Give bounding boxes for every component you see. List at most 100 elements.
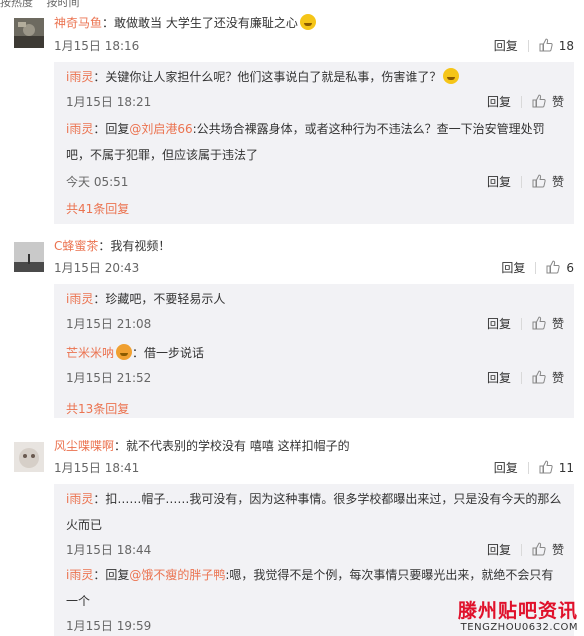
like-button[interactable]: 赞 <box>532 174 564 190</box>
username-link[interactable]: i雨灵 <box>66 292 93 306</box>
thumbs-up-icon <box>532 370 546 384</box>
reply-body: ：扣……帽子……我可没有，因为这种事情。很多学校都曝出来过，只是没有今天的那么火… <box>66 492 562 532</box>
reply-body: ：珍藏吧，不要轻易示人 <box>93 292 226 306</box>
more-replies-link[interactable]: 共41条回复 <box>66 200 129 217</box>
more-replies-link[interactable]: 共13条回复 <box>66 400 129 417</box>
username-link[interactable]: i雨灵 <box>66 568 93 582</box>
reply-button[interactable]: 回复 <box>487 316 511 332</box>
reply-time: 1月15日 21:52 <box>66 371 152 385</box>
reply-meta: 1月15日 18:44 回复 赞 <box>66 542 564 558</box>
thumbs-up-icon <box>532 316 546 330</box>
reply-body: ：关键你让人家担什么呢？他们这事说白了就是私事，伤害谁了？ <box>93 70 442 84</box>
comment-time: 1月15日 20:43 <box>54 261 140 275</box>
like-label: 赞 <box>551 95 564 109</box>
thumbs-up-icon <box>532 174 546 188</box>
reply-text: i雨灵：珍藏吧，不要轻易示人 <box>66 286 564 312</box>
like-label: 赞 <box>551 371 564 385</box>
reply-time: 1月15日 18:44 <box>66 543 152 557</box>
like-label: 赞 <box>551 175 564 189</box>
divider <box>520 544 522 556</box>
reply-button[interactable]: 回复 <box>487 174 511 190</box>
divider <box>535 262 537 274</box>
username-link[interactable]: 芒米米呐 <box>66 346 114 360</box>
comment-time: 1月15日 18:16 <box>54 39 140 53</box>
comment-text: 风尘喋喋啊：就不代表别的学校没有 嘻嘻 这样扣帽子的 <box>54 438 350 454</box>
like-label: 赞 <box>551 543 564 557</box>
thumbs-up-icon <box>546 260 561 274</box>
avatar[interactable] <box>14 18 44 48</box>
comment-text: 神奇马鱼：敢做敢当 大学生了还没有廉耻之心 <box>54 14 316 31</box>
sort-time[interactable]: 按时间 <box>47 0 80 9</box>
divider <box>520 96 522 108</box>
thumbs-up-icon <box>539 38 553 52</box>
like-label: 赞 <box>551 317 564 331</box>
reply-button[interactable]: 回复 <box>487 94 511 110</box>
like-count: 6 <box>566 261 574 275</box>
badge-emoji-icon <box>116 344 133 360</box>
reply-prefix: ：回复 <box>93 568 130 582</box>
reply-button[interactable]: 回复 <box>501 260 525 276</box>
comment-text: C蜂蜜茶：我有视频！ <box>54 238 170 254</box>
avatar[interactable] <box>14 442 44 472</box>
comment-meta: 1月15日 20:43 回复 6 <box>54 260 574 276</box>
username-link[interactable]: C蜂蜜茶 <box>54 239 98 253</box>
username-link[interactable]: 风尘喋喋啊 <box>54 439 114 453</box>
like-button[interactable]: 6 <box>546 260 574 276</box>
reply-time: 1月15日 21:08 <box>66 317 152 331</box>
divider <box>520 318 522 330</box>
divider <box>520 372 522 384</box>
reply-item: i雨灵：关键你让人家担什么呢？他们这事说白了就是私事，伤害谁了？ 1月15日 1… <box>66 64 564 109</box>
like-button[interactable]: 赞 <box>532 542 564 558</box>
reply-button[interactable]: 回复 <box>487 542 511 558</box>
reply-meta: 今天 05:51 回复 赞 <box>66 174 564 190</box>
username-link[interactable]: i雨灵 <box>66 122 93 136</box>
divider <box>527 462 529 474</box>
comment-meta: 1月15日 18:16 回复 18 <box>54 38 574 54</box>
reply-button[interactable]: 回复 <box>494 38 518 54</box>
reply-text: i雨灵：扣……帽子……我可没有，因为这种事情。很多学校都曝出来过，只是没有今天的… <box>66 486 564 538</box>
reply-time: 1月15日 18:21 <box>66 95 152 109</box>
reply-box: i雨灵：珍藏吧，不要轻易示人 1月15日 21:08 回复 赞 芒米米呐 ：借一步… <box>54 284 574 418</box>
reply-text: i雨灵：关键你让人家担什么呢？他们这事说白了就是私事，伤害谁了？ <box>66 64 564 90</box>
username-link[interactable]: i雨灵 <box>66 70 93 84</box>
username-link[interactable]: 神奇马鱼 <box>54 16 102 30</box>
thumbs-up-icon <box>539 460 553 474</box>
reply-button[interactable]: 回复 <box>494 460 518 476</box>
reply-text: 芒米米呐 ：借一步说话 <box>66 340 564 366</box>
mention-link[interactable]: @饿不瘦的胖子鸭 <box>129 568 225 582</box>
reply-item: 芒米米呐 ：借一步说话 1月15日 21:52 回复 赞 <box>66 340 564 385</box>
reply-meta: 1月15日 18:21 回复 赞 <box>66 94 564 110</box>
reply-item: i雨灵：扣……帽子……我可没有，因为这种事情。很多学校都曝出来过，只是没有今天的… <box>66 486 564 557</box>
watermark-title: 滕州贴吧资讯 <box>457 600 578 622</box>
thumbs-up-icon <box>532 94 546 108</box>
laugh-cry-emoji-icon <box>299 14 316 30</box>
comment-body: ：我有视频！ <box>98 239 171 253</box>
divider <box>527 40 529 52</box>
avatar[interactable] <box>14 242 44 272</box>
reply-meta: 1月15日 21:52 回复 赞 <box>66 370 564 386</box>
mention-link[interactable]: @刘启港66 <box>129 122 192 136</box>
like-button[interactable]: 11 <box>539 460 574 476</box>
comment-body: ：就不代表别的学校没有 嘻嘻 这样扣帽子的 <box>114 439 350 453</box>
reply-item: i雨灵：回复@刘启港66:公共场合裸露身体，或者这种行为不违法么？查一下治安管理… <box>66 116 564 189</box>
reply-box: i雨灵：关键你让人家担什么呢？他们这事说白了就是私事，伤害谁了？ 1月15日 1… <box>54 62 574 224</box>
like-button[interactable]: 赞 <box>532 94 564 110</box>
comment-time: 1月15日 18:41 <box>54 461 140 475</box>
reply-time: 今天 05:51 <box>66 175 129 189</box>
username-link[interactable]: i雨灵 <box>66 492 93 506</box>
sort-hot[interactable]: 按热度 <box>0 0 33 9</box>
watermark-url: TENGZHOU0632.COM <box>460 622 578 633</box>
reply-text: i雨灵：回复@刘启港66:公共场合裸露身体，或者这种行为不违法么？查一下治安管理… <box>66 116 564 168</box>
like-button[interactable]: 赞 <box>532 370 564 386</box>
like-count: 11 <box>558 461 574 475</box>
crying-emoji-icon <box>443 68 460 84</box>
like-count: 18 <box>558 39 574 53</box>
like-button[interactable]: 18 <box>539 38 574 54</box>
like-button[interactable]: 赞 <box>532 316 564 332</box>
sort-bar: 按热度 按时间 <box>0 0 90 9</box>
reply-item: i雨灵：珍藏吧，不要轻易示人 1月15日 21:08 回复 赞 <box>66 286 564 331</box>
comment-body: ：敢做敢当 大学生了还没有廉耻之心 <box>102 16 298 30</box>
watermark: 滕州贴吧资讯 TENGZHOU0632.COM <box>458 600 578 634</box>
reply-button[interactable]: 回复 <box>487 370 511 386</box>
reply-meta: 1月15日 21:08 回复 赞 <box>66 316 564 332</box>
